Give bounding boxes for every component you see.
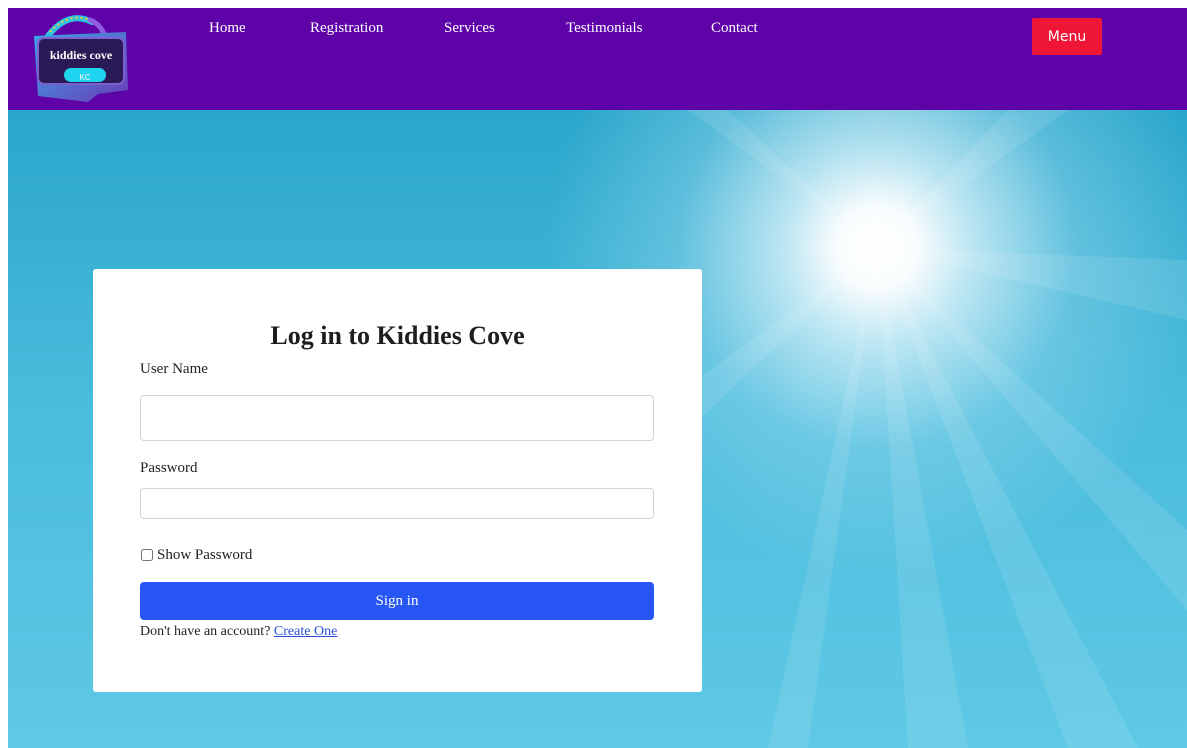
- password-input[interactable]: [140, 488, 654, 519]
- sign-in-button[interactable]: Sign in: [140, 582, 654, 620]
- username-label: User Name: [140, 361, 208, 377]
- password-label: Password: [140, 460, 198, 476]
- signup-prompt: Don't have an account? Create One: [140, 624, 337, 640]
- nav-contact[interactable]: Contact: [711, 20, 758, 37]
- navbar: kiddies cove KC Home Registration Servic…: [8, 8, 1187, 110]
- username-input[interactable]: [140, 395, 654, 441]
- nav-services[interactable]: Services: [444, 20, 495, 37]
- menu-button[interactable]: Menu: [1032, 18, 1102, 55]
- show-password-checkbox[interactable]: [141, 549, 153, 561]
- login-card: Log in to Kiddies Cove User Name Passwor…: [93, 269, 702, 692]
- no-account-text: Don't have an account?: [140, 624, 271, 639]
- show-password-label: Show Password: [157, 546, 253, 563]
- page-frame: kiddies cove KC Home Registration Servic…: [8, 8, 1187, 748]
- nav-registration[interactable]: Registration: [310, 20, 383, 37]
- show-password-row[interactable]: Show Password: [140, 546, 252, 564]
- login-title: Log in to Kiddies Cove: [270, 321, 525, 350]
- create-account-link[interactable]: Create One: [274, 624, 337, 639]
- logo-name: kiddies cove: [49, 48, 113, 62]
- logo-initials: KC: [79, 73, 91, 82]
- nav-home[interactable]: Home: [209, 20, 246, 37]
- hero-background: Log in to Kiddies Cove User Name Passwor…: [8, 110, 1187, 748]
- nav-testimonials[interactable]: Testimonials: [566, 20, 642, 37]
- main-nav: Home Registration Services Testimonials …: [8, 20, 808, 44]
